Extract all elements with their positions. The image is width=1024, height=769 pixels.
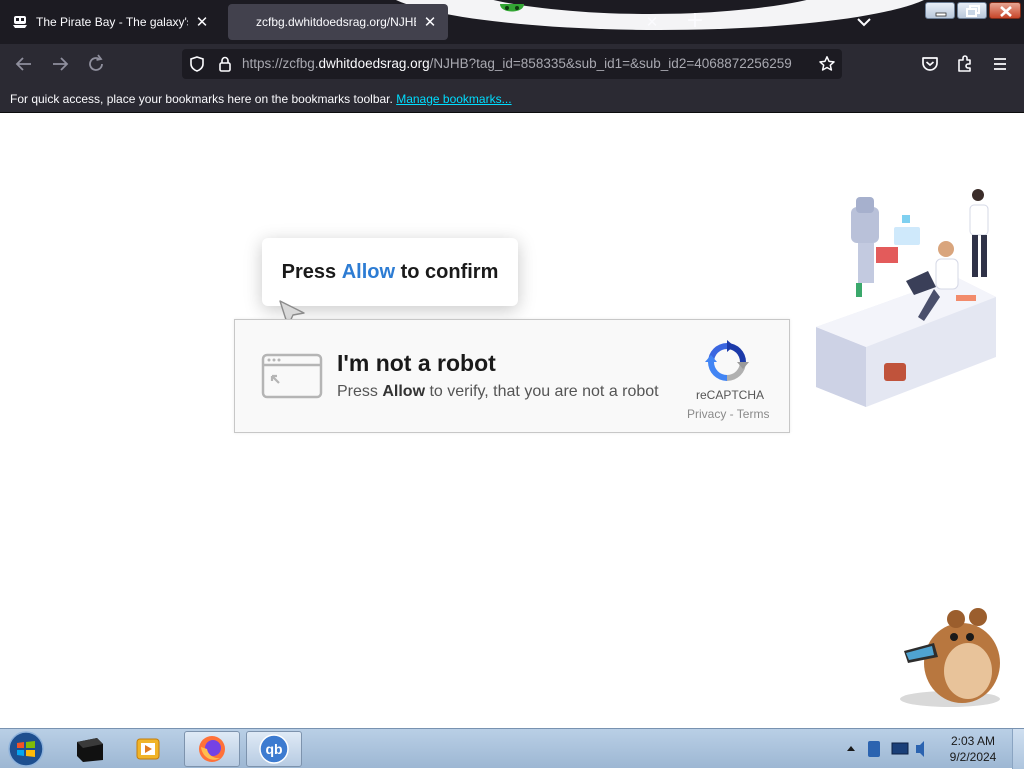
- show-desktop-button[interactable]: [1012, 729, 1024, 769]
- close-icon[interactable]: ✕: [194, 14, 210, 31]
- captcha-heading: I'm not a robot: [337, 350, 496, 376]
- tab-title: zcfbg.dwhitdoedsrag.org/NJHB?tag_id=8583…: [256, 15, 416, 29]
- svg-text:qb: qb: [265, 741, 282, 757]
- restore-icon: [966, 5, 980, 17]
- navigation-toolbar: https://zcfbg.dwhitdoedsrag.org/NJHB?tag…: [0, 44, 1024, 84]
- reload-icon[interactable]: [84, 52, 108, 76]
- taskbar-media-player[interactable]: [62, 731, 118, 767]
- privacy-terms-link[interactable]: Privacy - Terms: [687, 407, 769, 421]
- clock-time: 2:03 AM: [950, 734, 996, 748]
- forward-arrow-icon[interactable]: [48, 52, 72, 76]
- qbittorrent-icon: qb: [259, 734, 289, 764]
- shield-icon[interactable]: [188, 55, 206, 73]
- browser-window-icon: [261, 353, 323, 399]
- address-bar[interactable]: https://zcfbg.dwhitdoedsrag.org/NJHB?tag…: [182, 49, 842, 79]
- pocket-icon[interactable]: [918, 52, 942, 76]
- volume-icon[interactable]: [916, 741, 924, 757]
- recaptcha-brand-label: reCAPTCHA: [695, 388, 764, 402]
- pirate-ship-icon: [13, 16, 27, 28]
- lock-icon[interactable]: [216, 55, 234, 73]
- instructions-post: to verify, that you are not a robot: [425, 383, 659, 400]
- firefox-icon: [199, 736, 225, 762]
- star-bookmark-icon[interactable]: [818, 55, 836, 73]
- close-window-button[interactable]: [989, 2, 1021, 19]
- instructions-allow-word: Allow: [382, 383, 426, 400]
- windows-start-orb-icon[interactable]: [6, 730, 46, 768]
- taskbar-qbittorrent[interactable]: qb: [246, 731, 302, 767]
- taskbar-clock[interactable]: 2:03 AM 9/2/2024: [942, 733, 1004, 765]
- extensions-puzzle-icon[interactable]: [953, 52, 977, 76]
- tab-pirate-bay[interactable]: The Pirate Bay - The galaxy's most resil…: [2, 4, 220, 40]
- recaptcha-logo-icon: [705, 340, 749, 381]
- close-icon[interactable]: ✕: [422, 14, 438, 31]
- office-robot-illustration: [816, 189, 996, 407]
- network-icon[interactable]: [891, 742, 909, 755]
- url-prefix: https://zcfbg.: [242, 56, 319, 71]
- close-icon: [1000, 6, 1012, 17]
- windows-taskbar: qb 2:03 AM 9/2/2024: [0, 728, 1024, 769]
- tooltip-allow-word: Allow: [341, 260, 396, 283]
- taskbar-media-center[interactable]: [120, 731, 176, 767]
- tooltip-text-post: to confirm: [395, 260, 499, 283]
- fake-captcha-box[interactable]: I'm not a robot Press Allow to verify, t…: [234, 319, 790, 433]
- taskbar-firefox[interactable]: [184, 731, 240, 767]
- media-player-icon: [77, 738, 103, 762]
- new-tab-button[interactable]: +: [682, 10, 708, 36]
- back-arrow-icon[interactable]: [12, 52, 36, 76]
- hamburger-menu-icon[interactable]: [988, 52, 1012, 76]
- instructions-pre: Press: [337, 383, 383, 400]
- minimize-icon: [935, 12, 947, 17]
- close-icon[interactable]: ✕: [644, 14, 660, 31]
- captcha-instructions: Press Allow to verify, that you are not …: [337, 383, 659, 401]
- url-path: /NJHB?tag_id=858335&sub_id1=&sub_id2=406…: [429, 56, 792, 71]
- tab-active-captcha[interactable]: zcfbg.dwhitdoedsrag.org/NJHB?tag_id=8583…: [228, 4, 448, 40]
- hamster-desktop-pet: [900, 608, 1000, 707]
- clock-date: 9/2/2024: [949, 750, 997, 764]
- show-hidden-icons-chevron[interactable]: [847, 746, 855, 751]
- action-center-flag-icon[interactable]: [868, 741, 880, 757]
- tooltip-text-pre: Press: [281, 260, 342, 283]
- tab-empty[interactable]: ✕: [456, 4, 670, 40]
- confirm-tooltip: Press Allow to confirm: [262, 238, 518, 306]
- tab-title: The Pirate Bay - The galaxy's most resil…: [36, 15, 188, 29]
- url-domain: dwhitdoedsrag.org: [318, 56, 430, 71]
- url-text[interactable]: https://zcfbg.dwhitdoedsrag.org/NJHB?tag…: [242, 56, 808, 71]
- page-content: Press Allow to confirm I'm not a robot P…: [0, 113, 1024, 728]
- bookmarks-toolbar: For quick access, place your bookmarks h…: [0, 84, 1024, 113]
- bookmarks-empty-message: For quick access, place your bookmarks h…: [10, 92, 393, 106]
- minimize-button[interactable]: [925, 2, 955, 19]
- tab-strip: The Pirate Bay - The galaxy's most resil…: [0, 0, 1024, 44]
- restore-button[interactable]: [957, 2, 987, 19]
- manage-bookmarks-link[interactable]: Manage bookmarks...: [396, 92, 511, 106]
- system-tray: [842, 737, 938, 761]
- media-center-icon: [136, 738, 160, 760]
- chevron-down-icon[interactable]: [852, 12, 876, 32]
